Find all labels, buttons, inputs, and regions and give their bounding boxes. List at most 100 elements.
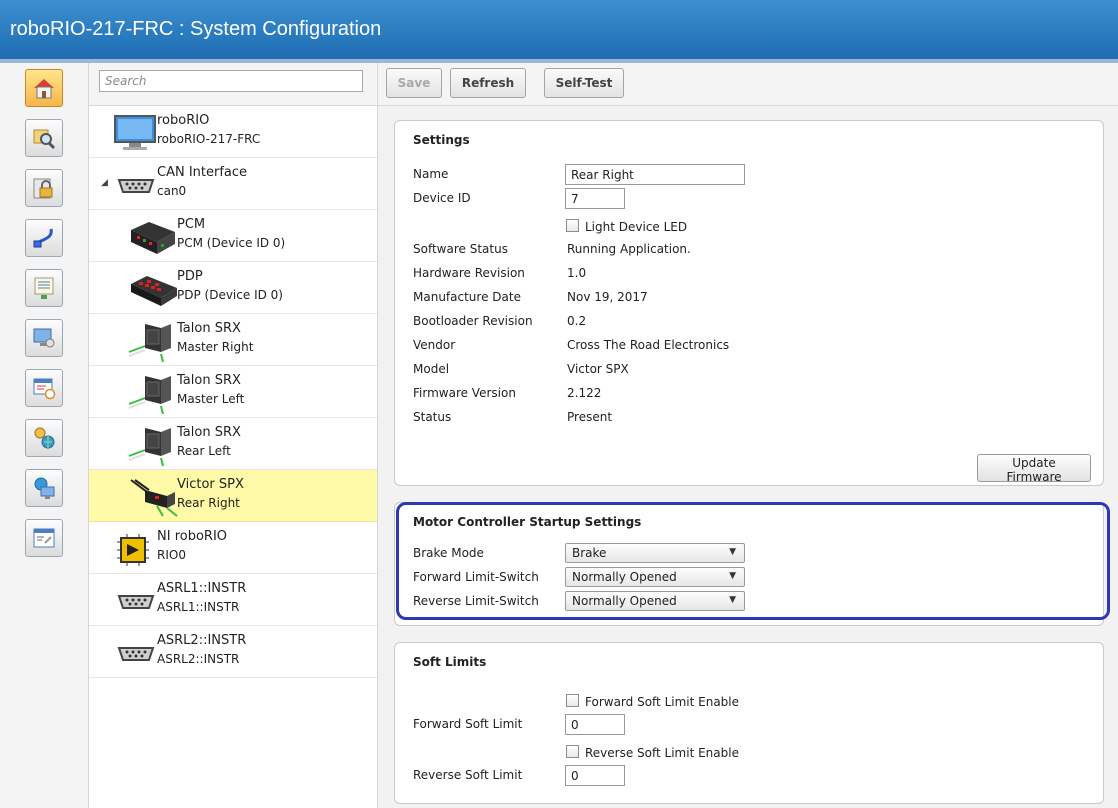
light-led-checkbox[interactable] [566,219,579,232]
tree-item-sublabel: can0 [157,184,187,198]
tree-item-ni-roborio[interactable]: NI roboRIO RIO0 [89,522,377,574]
tree-item-label: Talon SRX [177,425,241,440]
reverse-limit-switch-select[interactable]: Normally Opened ▼ [565,591,745,611]
info-label: Manufacture Date [413,290,521,304]
dropdown-arrow-icon: ▼ [729,547,736,557]
search-input[interactable] [99,70,363,92]
tree-item-label: Talon SRX [177,373,241,388]
tree-item-asrl2[interactable]: ASRL2::INSTR ASRL2::INSTR [89,626,377,678]
self-test-button[interactable]: Self-Test [544,68,624,98]
search-icon [33,129,56,150]
collapse-arrow-icon[interactable]: ◢ [101,178,108,188]
device-id-label: Device ID [413,191,471,205]
tree-item-label: ASRL2::INSTR [157,633,247,648]
info-value: 0.2 [567,314,587,328]
nav-home-button[interactable] [25,69,63,107]
info-value: 2.122 [567,386,602,400]
console-icon [33,528,55,548]
nav-remote-desktop-button[interactable] [25,469,63,507]
pcm-device-icon [131,222,175,254]
list-icon [34,277,54,299]
tree-item-sublabel: Rear Right [177,496,240,510]
tree-item-sublabel: Rear Left [177,444,231,458]
device-tree: roboRIO roboRIO-217-FRC ◢ CAN Interface … [89,63,378,808]
nav-console-button[interactable] [25,519,63,557]
schedule-icon [33,378,56,400]
monitor-device-icon [114,115,156,150]
update-firmware-button[interactable]: Update Firmware [977,454,1091,484]
startup-settings-header: Motor Controller Startup Settings [413,515,642,529]
talon-srx-icon [128,324,171,362]
info-label: Software Status [413,242,508,256]
tree-item-sublabel: Master Left [177,392,245,406]
brake-mode-select[interactable]: Brake ▼ [565,543,745,563]
name-label: Name [413,167,449,181]
refresh-button[interactable]: Refresh [450,68,526,98]
forward-soft-limit-label: Forward Soft Limit [413,717,523,731]
info-value: Present [567,410,613,424]
info-value: Cross The Road Electronics [567,338,730,352]
tree-item-pdp[interactable]: PDP PDP (Device ID 0) [89,262,377,314]
forward-soft-limit-checkbox[interactable] [566,694,579,707]
tree-item-pcm[interactable]: PCM PCM (Device ID 0) [89,210,377,262]
tree-item-talon-srx-rear-left[interactable]: Talon SRX Rear Left [89,418,377,470]
tree-item-talon-srx-master-left[interactable]: Talon SRX Master Left [89,366,377,418]
settings-panel: Settings Name Device ID Light Device LED… [394,120,1104,486]
reverse-soft-limit-label: Reverse Soft Limit [413,768,523,782]
reverse-soft-limit-input[interactable] [565,765,625,786]
tree-item-victor-spx-rear-right[interactable]: Victor SPX Rear Right [89,470,377,522]
talon-srx-icon [128,428,171,466]
tree-item-label: ASRL1::INSTR [157,581,247,596]
pdp-device-icon [131,276,177,306]
content-area: Settings Name Device ID Light Device LED… [378,106,1118,808]
nav-search-button[interactable] [25,119,63,157]
info-value: Running Application. [567,242,691,256]
network-icon [33,228,53,248]
select-value: Brake [572,546,607,560]
brake-mode-label: Brake Mode [413,546,484,560]
tree-item-sublabel: Master Right [177,340,254,354]
tree-item-can-interface[interactable]: ◢ CAN Interface can0 [89,158,377,210]
toolbar: Save Refresh Self-Test [378,63,1118,106]
tree-item-talon-srx-master-right[interactable]: Talon SRX Master Right [89,314,377,366]
reverse-soft-limit-checkbox[interactable] [566,745,579,758]
tree-item-sublabel: roboRIO-217-FRC [157,132,261,146]
device-id-input[interactable] [565,188,625,209]
reverse-soft-limit-enable-label: Reverse Soft Limit Enable [585,746,739,760]
soft-limits-panel: Soft Limits Forward Soft Limit Enable Fo… [394,642,1104,804]
tree-item-sublabel: PDP (Device ID 0) [177,288,283,302]
title-bar: roboRIO-217-FRC : System Configuration [0,0,1118,59]
search-bar [89,63,377,106]
info-label: Firmware Version [413,386,516,400]
info-label: Model [413,362,450,376]
tree-item-label: CAN Interface [157,165,248,180]
info-label: Bootloader Revision [413,314,533,328]
dropdown-arrow-icon: ▼ [729,571,736,581]
nav-security-button[interactable] [25,169,63,207]
talon-srx-icon [128,376,171,414]
forward-soft-limit-input[interactable] [565,714,625,735]
nav-monitor-button[interactable] [25,319,63,357]
save-button[interactable]: Save [386,68,442,98]
tree-item-label: roboRIO [157,113,210,128]
info-value: 1.0 [567,266,587,280]
monitor-icon [33,328,55,348]
tree-item-label: Talon SRX [177,321,241,336]
nav-network-settings-button[interactable] [25,419,63,457]
home-icon [34,79,54,99]
info-label: Vendor [413,338,456,352]
forward-soft-limit-enable-label: Forward Soft Limit Enable [585,695,740,709]
startup-settings-panel: Motor Controller Startup Settings Brake … [394,502,1104,626]
dropdown-arrow-icon: ▼ [729,595,736,605]
nav-network-button[interactable] [25,219,63,257]
nav-list-button[interactable] [25,269,63,307]
network-settings-icon [34,427,55,449]
tree-item-roborio[interactable]: roboRIO roboRIO-217-FRC [89,106,377,158]
nav-schedule-button[interactable] [25,369,63,407]
tree-item-label: PDP [177,269,203,284]
tree-item-sublabel: RIO0 [157,548,186,562]
tree-item-sublabel: PCM (Device ID 0) [177,236,286,250]
name-input[interactable] [565,164,745,185]
forward-limit-switch-select[interactable]: Normally Opened ▼ [565,567,745,587]
tree-item-asrl1[interactable]: ASRL1::INSTR ASRL1::INSTR [89,574,377,626]
